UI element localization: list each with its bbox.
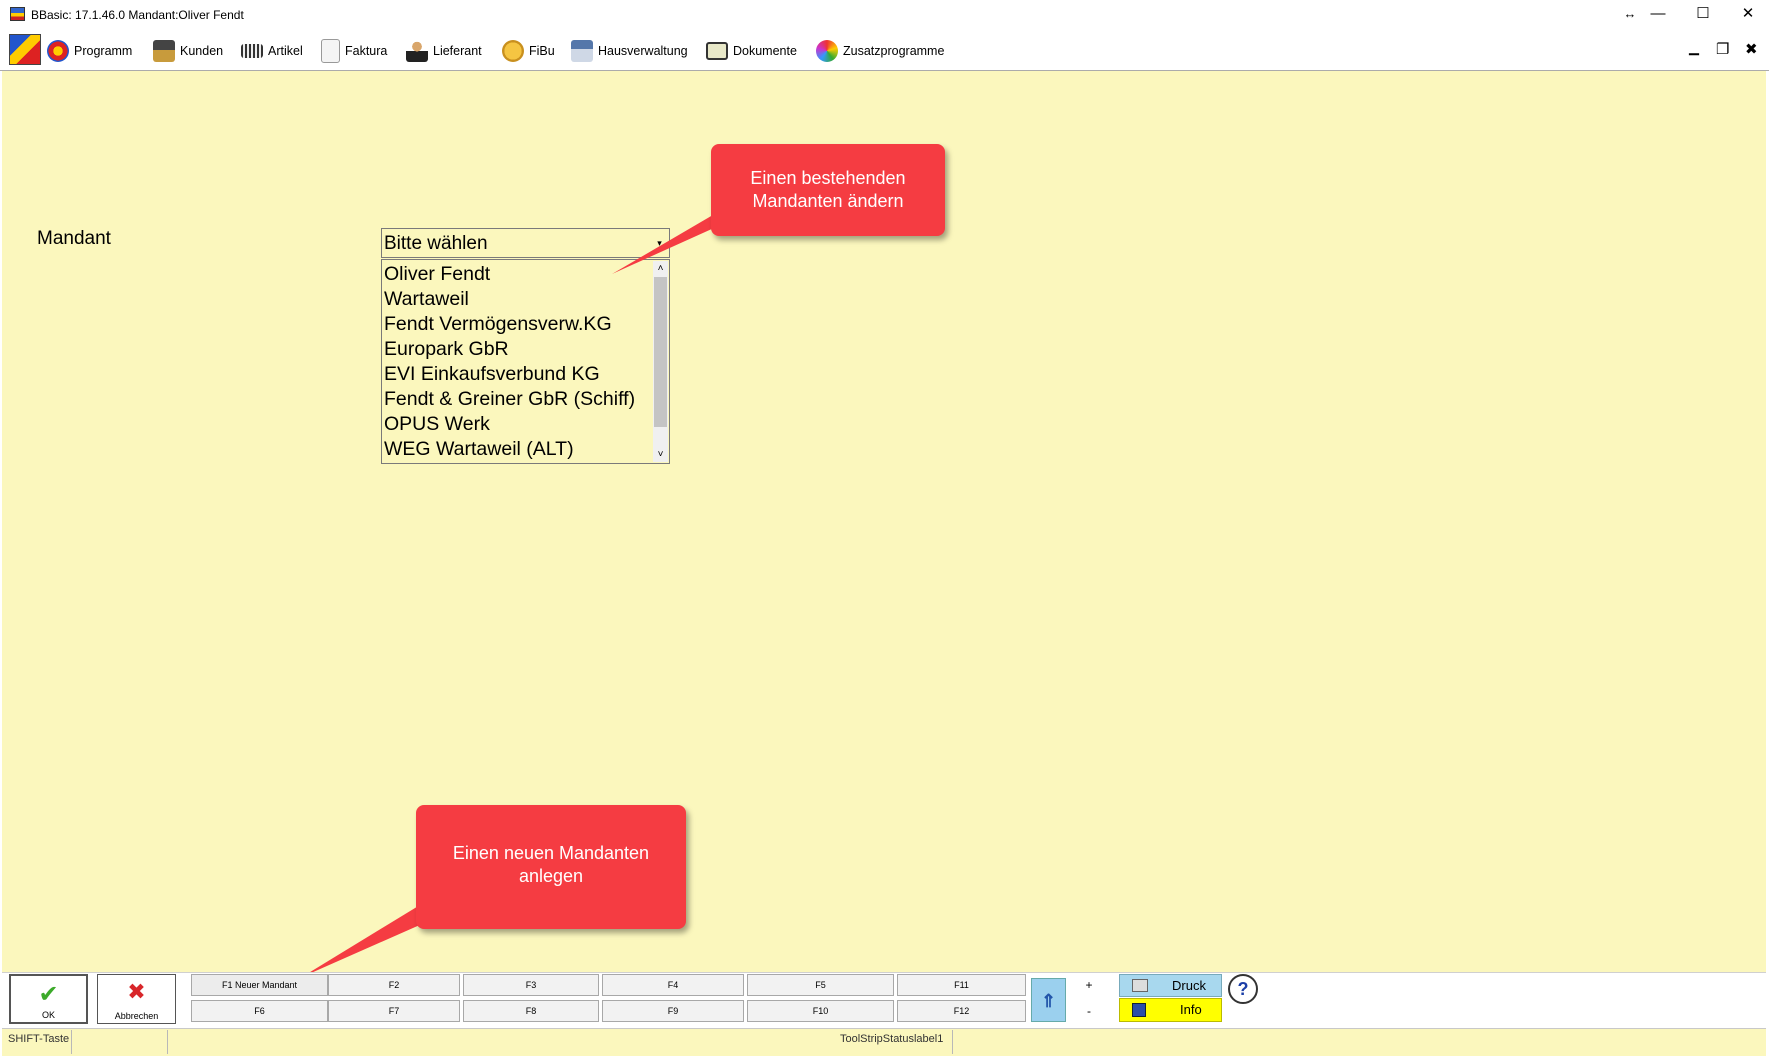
status-separator	[167, 1030, 168, 1054]
f11-button[interactable]: F11	[897, 974, 1026, 996]
globe-icon	[47, 40, 69, 62]
callout-text: Einen bestehenden	[750, 168, 906, 188]
menu-label: FiBu	[529, 44, 555, 58]
f3-button[interactable]: F3	[463, 974, 599, 996]
close-icon: ✖	[127, 979, 146, 1004]
status-label: ToolStripStatuslabel1	[840, 1033, 944, 1045]
list-item[interactable]: Oliver Fendt	[384, 263, 490, 286]
menu-artikel[interactable]: Artikel	[241, 40, 303, 62]
list-item[interactable]: OPUS Werk	[384, 413, 490, 436]
menu-kunden[interactable]: Kunden	[153, 40, 223, 62]
menu-label: Lieferant	[433, 44, 482, 58]
mdi-close-button[interactable]: ✖	[1745, 40, 1758, 58]
list-item[interactable]: Europark GbR	[384, 338, 509, 361]
printer-icon	[1132, 979, 1148, 992]
menu-programm[interactable]: Programm	[47, 40, 132, 62]
info-button[interactable]: Info	[1119, 998, 1222, 1022]
coins-icon	[502, 40, 524, 62]
menu-label: Zusatzprogramme	[843, 44, 945, 58]
f9-button[interactable]: F9	[602, 1000, 744, 1022]
scroll-top-button[interactable]: ⇑	[1031, 978, 1066, 1022]
ok-label: OK	[41, 1010, 55, 1020]
status-shift-key: SHIFT-Taste	[8, 1033, 70, 1045]
puzzle-icon	[816, 40, 838, 62]
close-button[interactable]: ✕	[1726, 0, 1769, 28]
list-item[interactable]: EVI Einkaufsverbund KG	[384, 363, 600, 386]
menu-label: Dokumente	[733, 44, 797, 58]
menu-hausverwaltung[interactable]: Hausverwaltung	[571, 40, 688, 62]
title-bar	[0, 0, 1769, 28]
cancel-label: Abbrechen	[114, 1011, 159, 1021]
list-item[interactable]: Fendt & Greiner GbR (Schiff)	[384, 388, 635, 411]
minus-button[interactable]: -	[1072, 1000, 1106, 1022]
info-label: Info	[1180, 1002, 1202, 1017]
people-icon	[153, 40, 175, 62]
mdi-restore-button[interactable]: ❐	[1716, 40, 1729, 58]
ok-button[interactable]: ✔ OK	[9, 974, 88, 1024]
menu-dokumente[interactable]: Dokumente	[706, 40, 797, 62]
druck-label: Druck	[1172, 978, 1206, 993]
house-icon	[571, 40, 593, 62]
info-icon	[1132, 1003, 1146, 1017]
document-icon	[321, 39, 340, 63]
help-icon[interactable]: ?	[1228, 974, 1258, 1004]
checkmark-icon: ✔	[38, 981, 59, 1008]
callout-text: anlegen	[518, 866, 584, 886]
person-icon	[406, 40, 428, 62]
f4-button[interactable]: F4	[602, 974, 744, 996]
maximize-button[interactable]: ☐	[1681, 0, 1725, 28]
menu-label: Hausverwaltung	[598, 44, 688, 58]
menu-faktura[interactable]: Faktura	[321, 39, 388, 63]
minimize-button[interactable]: —	[1636, 0, 1680, 28]
scroll-down-icon[interactable]: ˅	[653, 447, 668, 462]
cancel-button[interactable]: ✖ Abbrechen	[97, 974, 176, 1024]
list-item[interactable]: Wartaweil	[384, 288, 469, 311]
menu-label: Faktura	[345, 44, 388, 58]
callout-new-mandant: Einen neuen Mandanten anlegen	[416, 805, 686, 929]
menu-fibu[interactable]: FiBu	[502, 40, 555, 62]
menu-lieferant[interactable]: Lieferant	[406, 40, 482, 62]
monitor-icon	[706, 42, 728, 60]
menu-label: Programm	[74, 44, 133, 58]
plus-button[interactable]: +	[1072, 974, 1106, 996]
mdi-minimize-button[interactable]: ▁	[1689, 40, 1699, 56]
f12-button[interactable]: F12	[897, 1000, 1026, 1022]
callout-edit-mandant: Einen bestehenden Mandanten ändern	[711, 144, 945, 236]
callout-text: Einen neuen Mandanten	[452, 843, 650, 863]
f7-button[interactable]: F7	[328, 1000, 460, 1022]
mandant-label: Mandant	[37, 228, 111, 249]
menu-zusatzprogramme[interactable]: Zusatzprogramme	[816, 40, 944, 62]
callout-text: Mandanten ändern	[752, 191, 904, 211]
status-separator	[71, 1030, 72, 1054]
f10-button[interactable]: F10	[747, 1000, 894, 1022]
menu-label: Kunden	[180, 44, 224, 58]
bbasic-logo-icon[interactable]	[9, 34, 41, 65]
list-item[interactable]: Fendt Vermögensverw.KG	[384, 313, 612, 336]
f2-button[interactable]: F2	[328, 974, 460, 996]
f6-button[interactable]: F6	[191, 1000, 328, 1022]
druck-button[interactable]: Druck	[1119, 974, 1222, 997]
status-separator	[952, 1030, 953, 1054]
f8-button[interactable]: F8	[463, 1000, 599, 1022]
scrollbar-thumb[interactable]	[654, 277, 667, 427]
combobox-value: Bitte wählen	[384, 233, 488, 254]
window-title: BBasic: 17.1.46.0 Mandant:Oliver Fendt	[31, 8, 244, 22]
app-icon	[10, 7, 25, 21]
barcode-icon	[241, 44, 263, 58]
f1-new-mandant-button[interactable]: F1 Neuer Mandant	[191, 974, 328, 996]
menu-label: Artikel	[268, 44, 303, 58]
list-item[interactable]: WEG Wartaweil (ALT)	[384, 438, 574, 461]
f5-button[interactable]: F5	[747, 974, 894, 996]
